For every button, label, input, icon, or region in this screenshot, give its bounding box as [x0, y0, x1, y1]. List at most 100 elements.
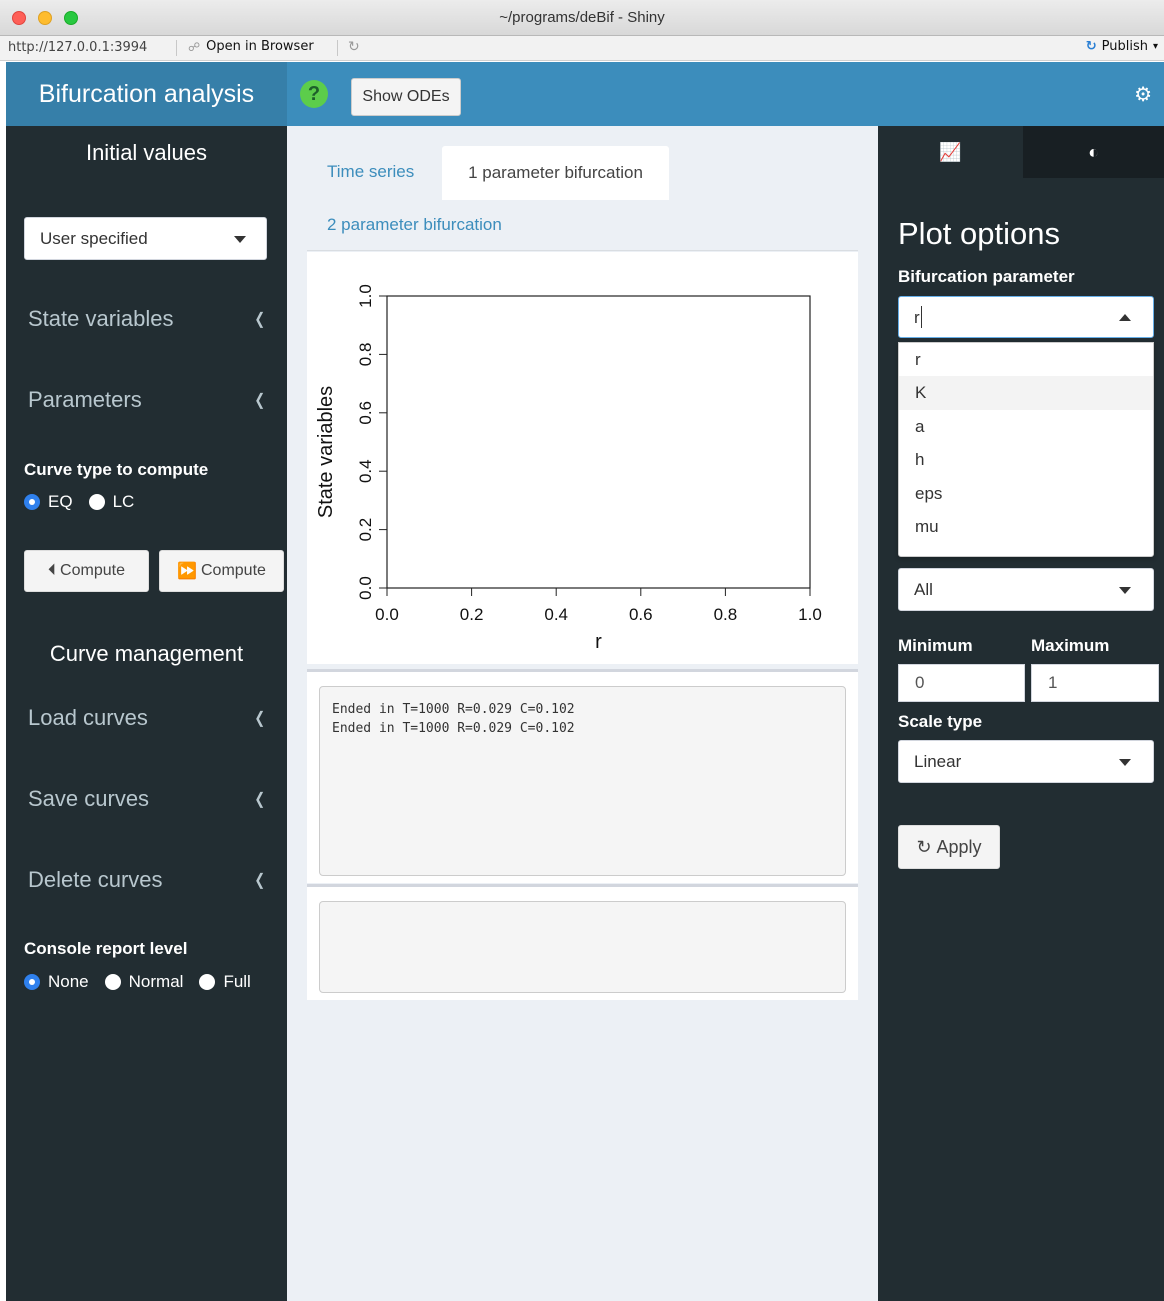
dropdown-option[interactable]: a: [899, 410, 1153, 443]
chevron-left-icon: ❮: [253, 392, 265, 409]
radio-full[interactable]: Full: [199, 972, 251, 992]
radio-eq-label: EQ: [48, 492, 73, 511]
x-tick-label: 0.0: [375, 605, 399, 624]
minimum-input[interactable]: 0: [898, 664, 1025, 702]
tab-time-series[interactable]: Time series: [327, 162, 414, 182]
publish-button[interactable]: ↻ Publish ▾: [1086, 39, 1158, 54]
console-line: Ended in T=1000 R=0.029 C=0.102: [332, 702, 575, 717]
publish-label: Publish: [1101, 39, 1148, 54]
dropdown-option[interactable]: eps: [899, 477, 1153, 510]
initial-values-select[interactable]: User specified: [24, 217, 267, 260]
refresh-icon: ↻: [916, 836, 932, 857]
plot-frame: [386, 295, 811, 589]
maximum-label: Maximum: [1031, 636, 1110, 655]
divider: [337, 40, 338, 56]
radio-lc-indicator[interactable]: [88, 494, 105, 510]
radio-normal-indicator[interactable]: [104, 974, 121, 990]
bifurcation-plot[interactable]: 0.0 0.2 0.4 0.6 0.8 1.0 0.00.20.40.60.81.0 r …: [307, 252, 858, 664]
y-tick-label: 0.6: [356, 401, 375, 425]
radio-normal[interactable]: Normal: [104, 972, 184, 992]
dropdown-option[interactable]: h: [899, 443, 1153, 476]
apply-button[interactable]: ↻ Apply: [898, 825, 1000, 869]
tab-1-parameter-bifurcation[interactable]: 1 parameter bifurcation: [442, 146, 669, 200]
x-tick-label: 0.6: [629, 605, 653, 624]
compute-forward-label: Compute: [201, 562, 266, 579]
console-level-radio-group: None Normal Full: [24, 972, 267, 992]
compute-backward-button[interactable]: ⏴ Compute: [24, 550, 149, 592]
sidebar-item-state-variables[interactable]: State variables ❮: [28, 306, 266, 332]
y-tick-label: 0.2: [356, 518, 375, 542]
backward-icon: ⏴: [48, 562, 57, 579]
bifurcation-parameter-label: Bifurcation parameter: [898, 267, 1075, 286]
variable-select-value: All: [914, 580, 933, 599]
divider: [176, 40, 177, 56]
tab-2-parameter-bifurcation[interactable]: 2 parameter bifurcation: [327, 215, 502, 235]
chevron-down-icon: [234, 236, 246, 243]
app-brand[interactable]: Bifurcation analysis: [6, 62, 287, 126]
radio-none[interactable]: None: [24, 972, 89, 992]
url-text[interactable]: http://127.0.0.1:3994: [8, 40, 147, 55]
sidebar-item-delete-curves[interactable]: Delete curves ❮: [28, 867, 266, 893]
tab-numerics[interactable]: ◐: [1023, 126, 1164, 178]
y-tick-label: 1.0: [356, 284, 375, 308]
variable-select[interactable]: All: [898, 568, 1154, 611]
app-header: Bifurcation analysis ? Show ODEs ⚙: [6, 62, 1164, 126]
chevron-up-icon: [1119, 314, 1131, 321]
radio-none-indicator[interactable]: [24, 974, 40, 990]
radio-eq[interactable]: EQ: [24, 492, 73, 512]
publish-icon: ↻: [1085, 39, 1097, 54]
sidebar-item-label: Load curves: [28, 705, 148, 730]
chevron-left-icon: ❮: [253, 791, 265, 808]
plot-options-title: Plot options: [898, 216, 1060, 251]
chevron-left-icon: ❮: [253, 872, 265, 889]
radio-full-label: Full: [223, 972, 251, 991]
bifurcation-parameter-dropdown: r K a h eps mu: [898, 342, 1154, 557]
open-in-browser-label: Open in Browser: [206, 39, 314, 54]
x-axis: 0.0 0.2 0.4 0.6 0.8 1.0: [375, 587, 822, 624]
compute-backward-label: Compute: [60, 562, 125, 579]
open-in-browser-button[interactable]: ☍ Open in Browser: [188, 39, 314, 54]
reload-icon[interactable]: ↻: [348, 39, 360, 55]
x-tick-label: 1.0: [798, 605, 822, 624]
x-tick-label: 0.4: [544, 605, 568, 624]
dropdown-option[interactable]: K: [899, 376, 1153, 410]
window-titlebar: ~/programs/deBif - Shiny: [0, 0, 1164, 36]
chart-line-icon: 📈: [939, 142, 962, 162]
radio-full-indicator[interactable]: [199, 974, 216, 990]
scale-type-select[interactable]: Linear: [898, 740, 1154, 783]
bifurcation-parameter-select[interactable]: r: [898, 296, 1154, 338]
output-area[interactable]: [319, 901, 846, 993]
x-tick-label: 0.8: [714, 605, 738, 624]
x-axis-label: r: [595, 631, 602, 653]
window-title: ~/programs/deBif - Shiny: [499, 9, 665, 26]
text-cursor: [921, 306, 922, 328]
x-tick-label: 0.2: [460, 605, 484, 624]
sidebar-item-save-curves[interactable]: Save curves ❮: [28, 786, 266, 812]
y-axis: 0.0 0.2 0.4 0.6 0.8 1.0: [356, 284, 387, 600]
dropdown-option[interactable]: mu: [899, 510, 1153, 543]
show-odes-button[interactable]: Show ODEs: [351, 78, 461, 116]
tab-plot-options[interactable]: 📈: [878, 126, 1023, 178]
console-output[interactable]: Ended in T=1000 R=0.029 C=0.102 Ended in…: [319, 686, 846, 876]
console-panel: Ended in T=1000 R=0.029 C=0.102 Ended in…: [307, 669, 858, 883]
y-tick-label: 0.8: [356, 343, 375, 367]
radio-normal-label: Normal: [128, 972, 184, 991]
chevron-left-icon: ❮: [253, 311, 265, 328]
curve-type-radio-group: EQ LC: [24, 492, 150, 512]
chevron-down-icon: ▾: [1152, 41, 1158, 52]
sidebar-item-label: Parameters: [28, 387, 142, 412]
sidebar-item-load-curves[interactable]: Load curves ❮: [28, 705, 266, 731]
dashboard-icon: ◐: [1088, 142, 1099, 162]
bifurcation-parameter-value: r: [914, 308, 920, 327]
help-icon[interactable]: ?: [300, 80, 328, 108]
address-bar: http://127.0.0.1:3994 ☍ Open in Browser …: [0, 36, 1164, 61]
maximum-input[interactable]: 1: [1031, 664, 1159, 702]
browser-icon: ☍: [188, 39, 201, 54]
radio-lc[interactable]: LC: [88, 492, 134, 512]
radio-eq-indicator[interactable]: [24, 494, 40, 510]
gears-icon[interactable]: ⚙: [1134, 82, 1152, 107]
dropdown-option[interactable]: r: [899, 343, 1153, 376]
sidebar-item-parameters[interactable]: Parameters ❮: [28, 387, 266, 413]
compute-forward-button[interactable]: ⏩ Compute: [159, 550, 284, 592]
plot-panel: 0.0 0.2 0.4 0.6 0.8 1.0 0.0 0.2 0.4 0.6 0.8 1.0 r …: [307, 252, 858, 664]
